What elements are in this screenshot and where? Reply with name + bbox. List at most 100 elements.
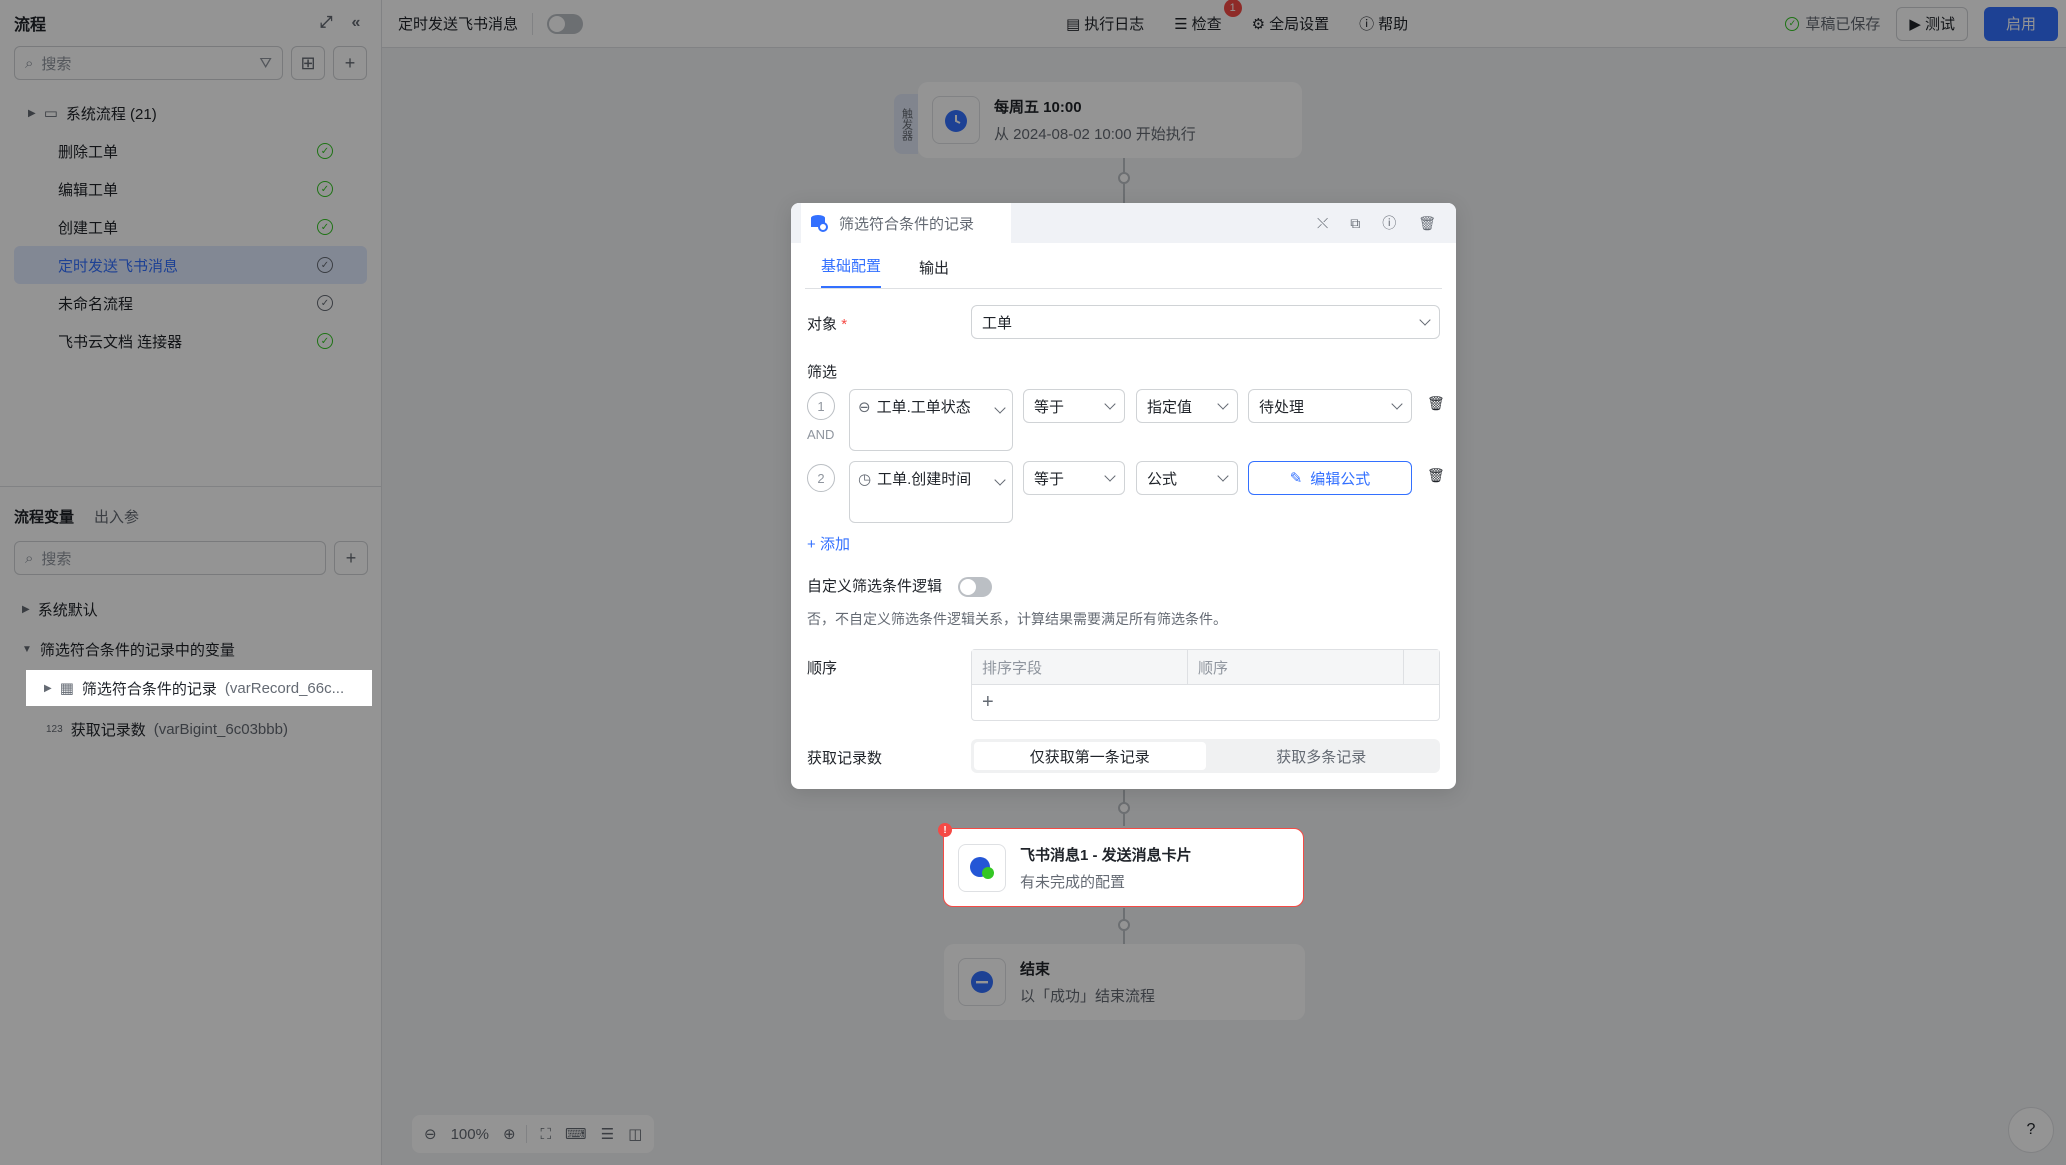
play-icon: ▶	[1909, 15, 1921, 33]
add-variable-button[interactable]: +	[334, 541, 368, 575]
var-group-system-default[interactable]: ▶ 系统默认	[0, 589, 382, 629]
zoom-in-icon[interactable]: ⊕	[503, 1125, 516, 1143]
tab-basic-config[interactable]: 基础配置	[821, 255, 882, 288]
tree-item[interactable]: 创建工单 ✓	[14, 208, 367, 246]
delete-condition-icon[interactable]: 🗑	[1427, 395, 1445, 412]
table-icon: ▦	[59, 680, 74, 697]
custom-logic-toggle[interactable]	[958, 577, 993, 598]
save-status: ✓ 草稿已保存	[1785, 13, 1880, 34]
condition-field-select[interactable]: ⊖ 工单.工单状态	[849, 389, 1013, 451]
trigger-node[interactable]: 触发器 每周五 10:00 从 2024-08-02 10:00 开始执行	[894, 82, 1302, 158]
variable-search-input[interactable]: ⌕ 搜索	[14, 541, 326, 575]
sidebar-header: 流程 ⤢ «	[0, 0, 381, 46]
delete-icon[interactable]: 🗑	[1418, 215, 1436, 232]
zoom-toolbar: ⊖ 100% ⊕ ⛶ ⌨ ☰ ◫	[412, 1115, 655, 1153]
tree-group-system[interactable]: ▶ ▭ 系统流程 (21)	[0, 94, 381, 132]
help-icon[interactable]: ⓘ	[1382, 213, 1396, 233]
caret-down-icon: ▼	[22, 643, 32, 655]
fit-view-icon[interactable]: ⛶	[541, 1126, 552, 1143]
chevron-down-icon	[1217, 470, 1229, 482]
tree-item[interactable]: 编辑工单 ✓	[14, 170, 367, 208]
trigger-tag: 触发器	[894, 94, 918, 154]
help-button[interactable]: ⓘ 帮助	[1359, 13, 1408, 34]
zoom-level[interactable]: 100%	[451, 1126, 489, 1143]
condition-value-type-select[interactable]: 指定值	[1136, 389, 1238, 423]
add-node-dot[interactable]	[1118, 172, 1130, 184]
var-record-highlighted[interactable]: ▶ ▦ 筛选符合条件的记录 (varRecord_66c...	[26, 670, 372, 706]
flow-search-input[interactable]: ⌕ 搜索 ⛛	[14, 46, 283, 80]
filter-icon[interactable]: ⛛	[259, 55, 272, 72]
condition-field-select[interactable]: ◷ 工单.创建时间	[849, 461, 1013, 523]
folder-icon: ▭	[43, 105, 58, 122]
collapse-icon[interactable]: «	[345, 12, 367, 34]
pencil-icon: ✎	[1289, 470, 1303, 487]
auto-layout-icon[interactable]: ☰	[601, 1125, 614, 1143]
order-label: 顺序	[807, 660, 838, 677]
status-enabled-icon: ✓	[317, 219, 333, 235]
delete-condition-icon[interactable]: 🗑	[1427, 467, 1445, 484]
minimap-icon[interactable]: ◫	[628, 1125, 642, 1143]
option-first-record[interactable]: 仅获取第一条记录	[974, 742, 1206, 770]
test-button[interactable]: ▶ 测试	[1896, 6, 1968, 41]
copy-icon[interactable]: ⧉	[1350, 215, 1360, 232]
keyboard-icon[interactable]: ⌨	[565, 1125, 587, 1143]
object-label: 对象 *	[807, 316, 848, 333]
object-select[interactable]: 工单	[971, 305, 1440, 339]
tree-item[interactable]: 飞书云文档 连接器 ✓	[14, 322, 367, 360]
add-condition-button[interactable]: + 添加	[807, 536, 850, 553]
check-circle-icon: ✓	[1785, 16, 1800, 31]
add-node-dot[interactable]	[1118, 919, 1130, 931]
global-settings-button[interactable]: ⚙ 全局设置	[1252, 13, 1329, 34]
var-count[interactable]: 123 获取记录数 (varBigint_6c03bbb)	[0, 709, 382, 749]
end-node[interactable]: 结束 以「成功」结束流程	[944, 944, 1305, 1020]
field-icon: ⊖	[858, 399, 871, 416]
add-node-dot[interactable]	[1118, 802, 1130, 814]
chevron-down-icon	[994, 474, 1006, 486]
status-enabled-icon: ✓	[317, 181, 333, 197]
tab-output[interactable]: 输出	[919, 257, 949, 288]
expand-icon[interactable]: ⤢	[315, 12, 337, 34]
tree-item[interactable]: 删除工单 ✓	[14, 132, 367, 170]
tab-flow-variables[interactable]: 流程变量	[14, 506, 74, 527]
order-col-order: 顺序	[1188, 650, 1404, 684]
search-icon: ⌕	[25, 54, 34, 72]
add-flow-button[interactable]: +	[333, 46, 367, 80]
condition-operator-select[interactable]: 等于	[1023, 389, 1125, 423]
flow-enable-toggle[interactable]	[547, 13, 584, 34]
feishu-message-node[interactable]: ! 飞书消息1 - 发送消息卡片 有未完成的配置	[938, 823, 1304, 907]
check-button[interactable]: ☰ 检查 1	[1174, 0, 1242, 34]
error-icon: !	[938, 823, 952, 837]
condition-operator-select[interactable]: 等于	[1023, 461, 1125, 495]
status-disabled-icon: ✓	[317, 257, 333, 273]
var-group-filter-node[interactable]: ▼ 筛选符合条件的记录中的变量	[0, 629, 382, 669]
clock-field-icon: ◷	[858, 471, 872, 488]
log-icon: ▤	[1066, 15, 1081, 33]
enable-button[interactable]: 启用	[1983, 6, 2058, 41]
condition-value-select[interactable]: 待处理	[1248, 389, 1412, 423]
new-folder-button[interactable]: ⊞	[291, 46, 325, 80]
chevron-down-icon	[1104, 470, 1116, 482]
status-enabled-icon: ✓	[317, 143, 333, 159]
tab-io-params[interactable]: 出入参	[94, 506, 139, 527]
condition-value-type-select[interactable]: 公式	[1136, 461, 1238, 495]
edit-formula-button[interactable]: ✎ 编辑公式	[1248, 461, 1412, 495]
clock-icon	[932, 96, 980, 144]
tree-item-active[interactable]: 定时发送飞书消息 ✓	[14, 246, 367, 284]
flow-sidebar: 流程 ⤢ « ⌕ 搜索 ⛛ ⊞ + ▶ ▭ 系统流程 (21) 删除工单 ✓ 编辑…	[0, 0, 382, 1165]
add-order-button[interactable]: +	[972, 684, 1439, 720]
panel-title: 筛选符合条件的记录	[801, 203, 1011, 243]
collapse-panel-icon[interactable]: ⤬	[1317, 215, 1328, 232]
search-icon: ⌕	[25, 549, 34, 567]
custom-logic-label: 自定义筛选条件逻辑	[807, 578, 943, 595]
exec-log-button[interactable]: ▤ 执行日志	[1066, 13, 1144, 34]
chevron-down-icon	[1391, 398, 1403, 410]
help-fab-button[interactable]: ?	[2008, 1107, 2054, 1153]
caret-right-icon: ▶	[28, 107, 36, 119]
zoom-out-icon[interactable]: ⊖	[424, 1125, 437, 1143]
variables-section: 流程变量 出入参 ⌕ 搜索 + ▶ 系统默认 ▼ 筛选符合条件的记录中的变量 1…	[0, 486, 382, 749]
option-multiple-records[interactable]: 获取多条记录	[1206, 742, 1438, 770]
chat-icon	[958, 843, 1006, 892]
gear-icon: ⚙	[1251, 15, 1266, 33]
tree-item[interactable]: 未命名流程 ✓	[14, 284, 367, 322]
order-col-field: 排序字段	[972, 650, 1188, 684]
